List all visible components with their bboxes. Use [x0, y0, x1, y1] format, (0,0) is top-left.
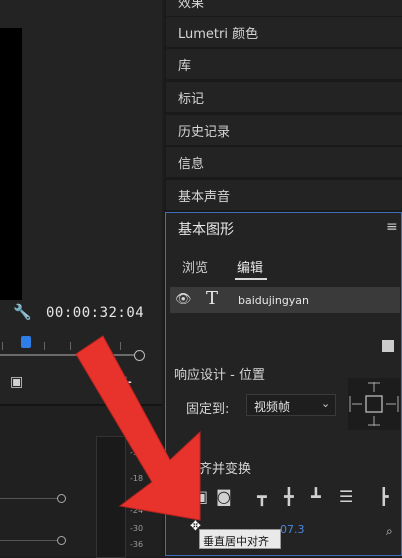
- playhead[interactable]: [21, 336, 31, 348]
- menu-item-markers[interactable]: 标记: [166, 82, 402, 112]
- panel-menu-icon[interactable]: ≡: [386, 219, 398, 235]
- track-handle[interactable]: [57, 494, 66, 503]
- eye-icon[interactable]: 👁: [175, 292, 192, 307]
- chevron-down-icon: ⌄: [321, 397, 331, 410]
- meter-label: -36: [130, 540, 144, 549]
- menu-item-info[interactable]: 信息: [166, 147, 402, 177]
- align-transform-title: 对齐并变换: [186, 462, 252, 477]
- panel-title: 基本图形: [178, 222, 234, 238]
- track-handle[interactable]: [57, 536, 66, 545]
- text-layer-icon: T: [206, 288, 219, 309]
- timecode[interactable]: 00:00:32:04: [46, 305, 144, 321]
- add-button[interactable]: +: [118, 372, 133, 393]
- align-vertical-center-icon[interactable]: ╋: [284, 487, 294, 506]
- pin-to-value: 视频帧: [254, 400, 291, 414]
- meter-label: -30: [130, 524, 144, 533]
- menu-item-essential-sound[interactable]: 基本声音: [166, 180, 402, 210]
- zoom-scroll-handle[interactable]: [134, 350, 145, 361]
- ruler-tick: [96, 342, 97, 350]
- menu-item-library[interactable]: 库: [166, 49, 402, 79]
- mouse-cursor-icon: ✥: [190, 519, 201, 534]
- tab-browse[interactable]: 浏览: [182, 257, 208, 276]
- tab-edit[interactable]: 编辑: [237, 257, 263, 276]
- meter-label: -12: [130, 448, 144, 457]
- pin-to-label: 固定到:: [186, 402, 230, 417]
- ruler-tick: [44, 342, 45, 350]
- pin-widget-graphic: [349, 382, 399, 426]
- align-to-selection-icon[interactable]: ▣: [193, 487, 208, 506]
- new-layer-icon[interactable]: [382, 340, 394, 352]
- ruler-tick: [70, 342, 71, 350]
- pin-position-widget[interactable]: [348, 378, 400, 430]
- track-line: [0, 540, 60, 541]
- meter-label: -18: [130, 474, 144, 483]
- distribute-vertical-icon[interactable]: ☰: [339, 487, 353, 506]
- layer-name[interactable]: baidujingyan: [238, 294, 309, 307]
- ruler-tick: [2, 342, 3, 350]
- export-frame-icon[interactable]: ▣: [10, 374, 23, 390]
- align-to-frame-icon[interactable]: ◙: [216, 487, 232, 506]
- menu-item-history[interactable]: 历史记录: [166, 115, 402, 145]
- menu-item-label: 信息: [178, 157, 205, 172]
- video-preview: [0, 28, 22, 300]
- active-tab-indicator: [235, 278, 267, 280]
- menu-item-label: 效果: [178, 0, 205, 11]
- time-ruler[interactable]: [0, 354, 138, 356]
- menu-item-label: 基本声音: [178, 190, 231, 205]
- position-value[interactable]: 07.3: [280, 523, 305, 536]
- align-bottom-icon[interactable]: ┻: [311, 487, 321, 506]
- meter-label: -24: [130, 506, 144, 515]
- menu-item-effects[interactable]: 效果: [166, 0, 402, 16]
- menu-item-lumetri[interactable]: Lumetri 颜色: [166, 17, 402, 47]
- responsive-design-title: 响应设计 - 位置: [174, 368, 265, 383]
- audio-meter: [96, 436, 126, 558]
- menu-item-label: 历史记录: [178, 125, 231, 140]
- menu-item-label: 标记: [178, 92, 205, 107]
- menu-item-label: 库: [178, 59, 192, 74]
- menu-item-label: Lumetri 颜色: [178, 27, 259, 42]
- track-line: [0, 498, 60, 499]
- align-left-icon[interactable]: ┣: [379, 487, 389, 506]
- ruler-tick: [120, 342, 121, 350]
- wrench-icon[interactable]: 🔧: [13, 303, 32, 321]
- align-top-icon[interactable]: ┳: [257, 487, 267, 506]
- tooltip: 垂直居中对齐: [199, 529, 281, 549]
- search-icon[interactable]: ⌕: [386, 524, 393, 539]
